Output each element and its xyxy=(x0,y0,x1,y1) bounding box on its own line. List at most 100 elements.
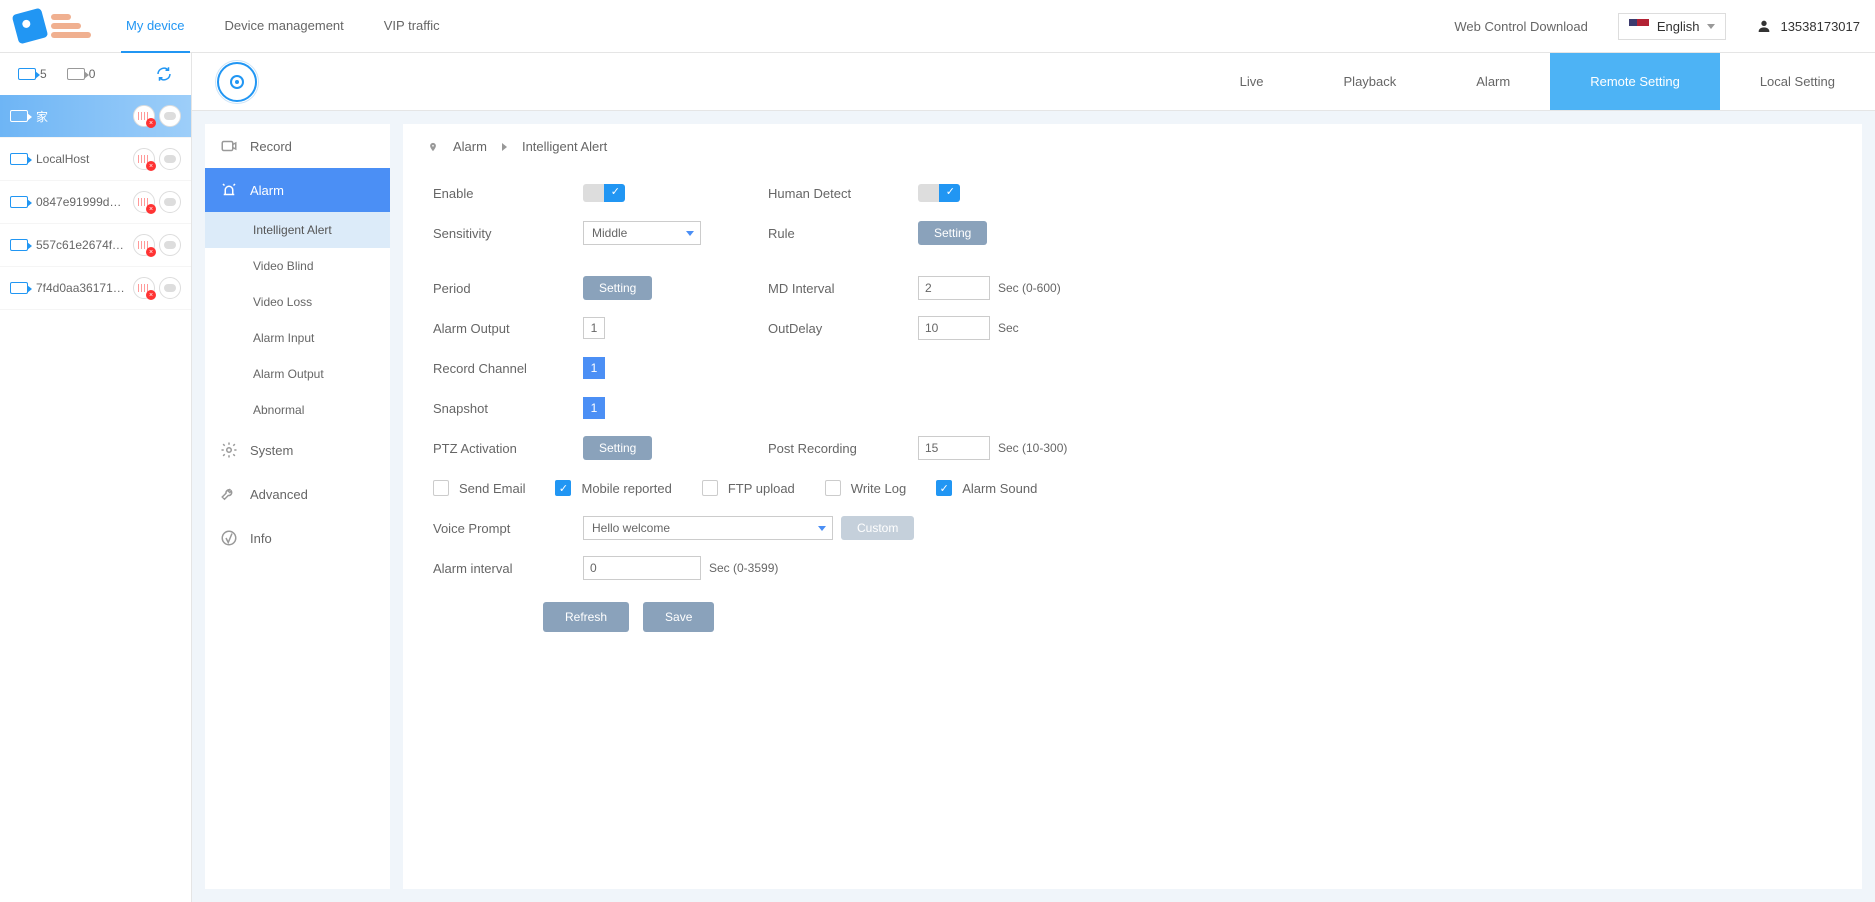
device-item[interactable]: 家 × xyxy=(0,95,191,138)
checkbox-ftp-upload[interactable]: FTP upload xyxy=(702,480,795,496)
username-label: 13538173017 xyxy=(1780,19,1860,34)
nav-alarm-output[interactable]: Alarm Output xyxy=(205,356,390,392)
camera-icon xyxy=(10,110,28,122)
checkbox-mobile-reported[interactable]: Mobile reported xyxy=(555,480,671,496)
label-sensitivity: Sensitivity xyxy=(433,226,583,241)
nav-record[interactable]: Record xyxy=(205,124,390,168)
checkbox-send-email[interactable]: Send Email xyxy=(433,480,525,496)
device-item[interactable]: 0847e91999d5... × xyxy=(0,181,191,224)
checkbox-write-log[interactable]: Write Log xyxy=(825,480,906,496)
nav-abnormal[interactable]: Abnormal xyxy=(205,392,390,428)
gear-icon xyxy=(220,441,238,459)
breadcrumb-alarm[interactable]: Alarm xyxy=(453,139,487,154)
nav-my-device[interactable]: My device xyxy=(121,0,190,53)
nav-video-loss[interactable]: Video Loss xyxy=(205,284,390,320)
settings-nav: Record Alarm Intelligent Alert Video Bli… xyxy=(205,124,390,889)
label-snapshot: Snapshot xyxy=(433,401,583,416)
device-item[interactable]: 557c61e2674ff... × xyxy=(0,224,191,267)
wrench-icon xyxy=(220,485,238,503)
label-period: Period xyxy=(433,281,583,296)
device-status-icons: × xyxy=(133,148,181,170)
device-name: 557c61e2674ff... xyxy=(36,238,125,252)
post-recording-suffix: Sec (10-300) xyxy=(998,441,1067,455)
sub-tabs: Live Playback Alarm Remote Setting Local… xyxy=(1200,53,1875,110)
nav-alarm-input[interactable]: Alarm Input xyxy=(205,320,390,356)
nav-video-blind[interactable]: Video Blind xyxy=(205,248,390,284)
nav-system-label: System xyxy=(250,443,293,458)
checkbox-label: Send Email xyxy=(459,481,525,496)
cloud-icon xyxy=(159,105,181,127)
post-recording-input[interactable] xyxy=(918,436,990,460)
tab-alarm[interactable]: Alarm xyxy=(1436,53,1550,110)
nav-alarm[interactable]: Alarm xyxy=(205,168,390,212)
record-channel-box[interactable]: 1 xyxy=(583,357,605,379)
cloud-icon xyxy=(159,234,181,256)
toggle-human-detect[interactable] xyxy=(918,184,960,202)
select-voice-prompt[interactable]: Hello welcome xyxy=(583,516,833,540)
device-status-icons: × xyxy=(133,105,181,127)
checkbox-label: FTP upload xyxy=(728,481,795,496)
nav-info[interactable]: Info xyxy=(205,516,390,560)
signal-icon: × xyxy=(133,234,155,256)
alarm-icon xyxy=(220,181,238,199)
nav-info-label: Info xyxy=(250,531,272,546)
count-on-value: 5 xyxy=(40,67,47,81)
chevron-down-icon xyxy=(1707,24,1715,29)
nav-device-management[interactable]: Device management xyxy=(220,0,349,53)
location-icon xyxy=(428,142,438,152)
language-selector[interactable]: English xyxy=(1618,13,1727,40)
ptz-setting-button[interactable]: Setting xyxy=(583,436,652,460)
select-sensitivity-value: Middle xyxy=(592,226,627,240)
button-row: Refresh Save xyxy=(543,602,1832,632)
period-setting-button[interactable]: Setting xyxy=(583,276,652,300)
label-out-delay: OutDelay xyxy=(768,321,918,336)
custom-button[interactable]: Custom xyxy=(841,516,914,540)
label-post-recording: Post Recording xyxy=(768,441,918,456)
logo[interactable] xyxy=(15,11,91,41)
content-area: Live Playback Alarm Remote Setting Local… xyxy=(192,53,1875,902)
nav-intelligent-alert[interactable]: Intelligent Alert xyxy=(205,212,390,248)
main-nav: My device Device management VIP traffic xyxy=(121,0,445,53)
tab-remote-setting[interactable]: Remote Setting xyxy=(1550,53,1720,110)
camera-icon xyxy=(10,239,28,251)
checkbox-icon xyxy=(433,480,449,496)
logo-bars-icon xyxy=(51,14,91,38)
device-status-icons: × xyxy=(133,277,181,299)
alarm-interval-suffix: Sec (0-3599) xyxy=(709,561,778,575)
nav-advanced[interactable]: Advanced xyxy=(205,472,390,516)
rule-setting-button[interactable]: Setting xyxy=(918,221,987,245)
label-human-detect: Human Detect xyxy=(768,186,918,201)
alarm-output-channel[interactable]: 1 xyxy=(583,317,605,339)
refresh-icon[interactable] xyxy=(155,65,173,83)
checkbox-alarm-sound[interactable]: Alarm Sound xyxy=(936,480,1037,496)
user-menu[interactable]: 13538173017 xyxy=(1756,18,1860,34)
chevron-down-icon xyxy=(818,526,826,531)
alarm-interval-input[interactable] xyxy=(583,556,701,580)
camera-icon xyxy=(10,196,28,208)
checkbox-label: Write Log xyxy=(851,481,906,496)
tab-live[interactable]: Live xyxy=(1200,53,1304,110)
device-item[interactable]: 7f4d0aa361710... × xyxy=(0,267,191,310)
chevron-right-icon xyxy=(502,143,507,151)
form-panel: Alarm Intelligent Alert Enable Human Det… xyxy=(403,124,1862,889)
label-ptz-activation: PTZ Activation xyxy=(433,441,583,456)
label-record-channel: Record Channel xyxy=(433,361,583,376)
tab-playback[interactable]: Playback xyxy=(1304,53,1437,110)
nav-vip-traffic[interactable]: VIP traffic xyxy=(379,0,445,53)
label-alarm-output: Alarm Output xyxy=(433,321,583,336)
nav-alarm-label: Alarm xyxy=(250,183,284,198)
nav-system[interactable]: System xyxy=(205,428,390,472)
signal-icon: × xyxy=(133,277,155,299)
save-button[interactable]: Save xyxy=(643,602,714,632)
web-control-download-link[interactable]: Web Control Download xyxy=(1454,19,1587,34)
out-delay-suffix: Sec xyxy=(998,321,1019,335)
out-delay-input[interactable] xyxy=(918,316,990,340)
refresh-button[interactable]: Refresh xyxy=(543,602,629,632)
label-alarm-interval: Alarm interval xyxy=(433,561,583,576)
toggle-enable[interactable] xyxy=(583,184,625,202)
device-item[interactable]: LocalHost × xyxy=(0,138,191,181)
select-sensitivity[interactable]: Middle xyxy=(583,221,701,245)
snapshot-channel-box[interactable]: 1 xyxy=(583,397,605,419)
md-interval-input[interactable] xyxy=(918,276,990,300)
tab-local-setting[interactable]: Local Setting xyxy=(1720,53,1875,110)
